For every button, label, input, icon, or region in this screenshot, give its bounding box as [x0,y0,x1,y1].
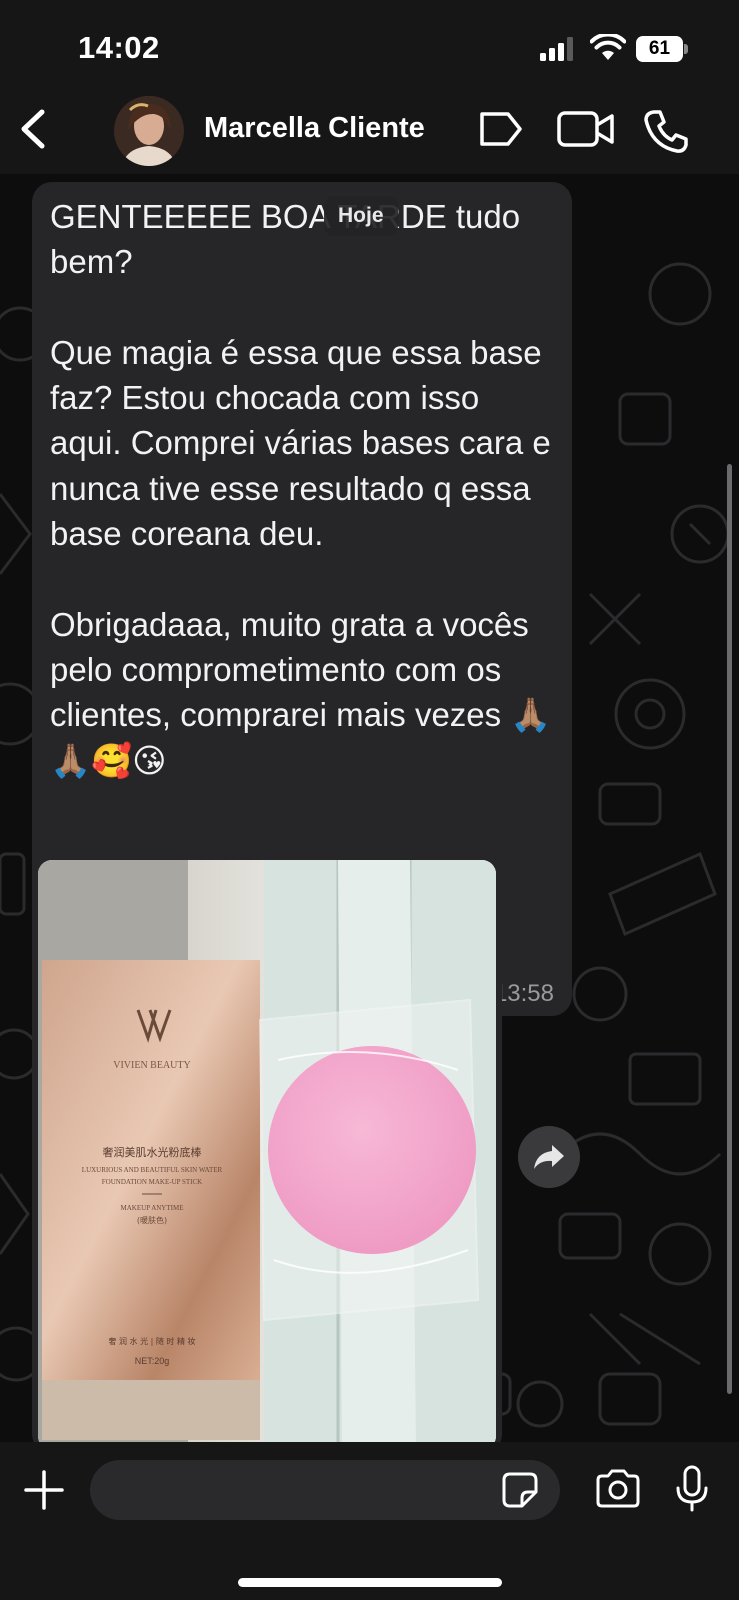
message-timestamp: 13:58 [493,980,554,1007]
product-net-weight: NET:20g [135,1356,170,1366]
battery-cap [684,44,688,54]
sticker-icon[interactable] [500,1470,540,1510]
chat-scrollbar[interactable] [727,464,732,1394]
image-message-bubble[interactable]: VIVIEN BEAUTY 奢润美肌水光粉底棒 LUXURIOUS AND BE… [32,854,502,1442]
product-english-line2: FOUNDATION MAKE-UP STICK [102,1178,202,1186]
avatar-photo [114,96,184,166]
contact-name[interactable]: Marcella Cliente [204,112,425,145]
chevron-left-icon[interactable] [12,104,58,154]
video-camera-icon[interactable] [556,108,616,150]
home-indicator[interactable] [238,1578,502,1587]
battery-level: 61 [636,36,683,62]
status-time: 14:02 [78,30,160,65]
phone-icon[interactable] [642,108,690,154]
product-brand: VIVIEN BEAUTY [113,1060,191,1071]
message-input-bar [0,1442,739,1600]
avatar[interactable] [114,96,184,166]
wifi-icon [590,34,626,60]
cellular-signal-icon [540,37,573,61]
battery-indicator: 61 [636,36,688,62]
product-chinese-title: 奢润美肌水光粉底棒 [103,1145,202,1159]
camera-icon[interactable] [594,1468,642,1510]
message-input[interactable] [90,1460,560,1520]
product-english-line1: LUXURIOUS AND BEAUTIFUL SKIN WATER [82,1166,223,1174]
product-shade-line2: (暖肤色) [137,1215,167,1225]
forward-arrow-icon[interactable] [518,1126,580,1188]
message-text: GENTEEEEE BOA TARDE tudo bem? Que magia … [50,198,552,779]
tag-icon[interactable] [476,108,524,150]
product-shade-line1: MAKEUP ANYTIME [121,1204,184,1212]
product-photo[interactable]: VIVIEN BEAUTY 奢润美肌水光粉底棒 LUXURIOUS AND BE… [38,860,496,1442]
chat-area[interactable]: GENTEEEEE BOA TARDE tudo bem? Que magia … [0,174,739,1442]
product-bottom-line: 奢 润 水 光 | 随 时 精 妆 [108,1336,195,1346]
product-photo-image: VIVIEN BEAUTY 奢润美肌水光粉底棒 LUXURIOUS AND BE… [38,860,496,1442]
microphone-icon[interactable] [674,1464,710,1514]
plus-icon[interactable] [22,1468,66,1512]
status-bar: 14:02 61 [0,0,739,90]
date-separator: Hoje [324,196,398,236]
chat-header: Marcella Cliente [0,90,739,174]
